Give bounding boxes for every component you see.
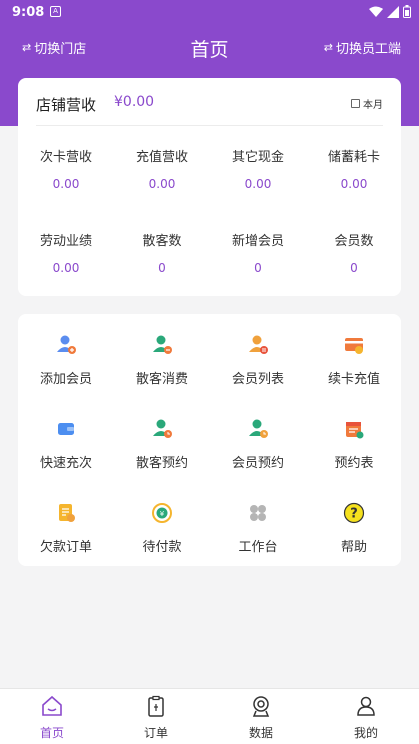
card-recharge-icon: [345, 338, 363, 354]
svg-text:¥: ¥: [160, 510, 165, 518]
walkin-consume-label: 散客消费: [135, 372, 188, 387]
tab-home-label: 首页: [39, 726, 64, 740]
help-button[interactable]: ? 帮助: [306, 502, 402, 555]
stat-value: 0.00: [52, 261, 80, 275]
member-booking-button[interactable]: 会员预约: [210, 418, 306, 471]
debt-order-button[interactable]: 欠款订单: [18, 502, 114, 555]
svg-text:?: ?: [350, 507, 358, 522]
store-revenue-card: 店铺营收 ¥0.00 本月 次卡营收 0.00 充值营收 0.00 其它现金 0…: [18, 78, 401, 296]
add-member-label: 添加会员: [39, 372, 92, 387]
debt-order-icon: [59, 504, 75, 522]
tab-orders[interactable]: 订单: [104, 689, 208, 744]
stat-value: 0: [254, 261, 262, 275]
home-icon: [42, 695, 62, 716]
stat-value: 0: [350, 261, 358, 275]
switch-staff-button[interactable]: ⇄ 切换员工端: [324, 38, 401, 57]
stat-item: 次卡营收 0.00: [18, 146, 114, 191]
pending-payment-label: 待付款: [142, 540, 182, 555]
stat-item: 散客数 0: [114, 230, 210, 275]
status-time: 9:08: [12, 5, 45, 20]
stat-value: 0.00: [340, 177, 368, 191]
walkin-booking-button[interactable]: 散客预约: [114, 418, 210, 471]
pending-payment-button[interactable]: ¥ 待付款: [114, 502, 210, 555]
calendar-icon: [351, 99, 360, 108]
member-list-button[interactable]: 会员列表: [210, 334, 306, 387]
member-list-icon: [249, 335, 268, 354]
stat-label: 充值营收: [135, 150, 188, 165]
stat-label: 其它现金: [231, 150, 284, 165]
tab-data-label: 数据: [248, 726, 273, 740]
pending-payment-icon: ¥: [152, 503, 172, 523]
stat-item: 会员数 0: [306, 230, 402, 275]
add-member-button[interactable]: 添加会员: [18, 334, 114, 387]
stat-value: 0.00: [52, 177, 80, 191]
stat-value: 0.00: [244, 177, 272, 191]
stat-label: 储蓄耗卡: [327, 150, 380, 165]
wifi-icon: [369, 6, 383, 17]
stat-label: 劳动业绩: [39, 234, 92, 249]
app-header: ⇄ 切换门店 首页 ⇄ 切换员工端: [0, 26, 419, 70]
quick-recharge-button[interactable]: 快速充次: [18, 418, 114, 471]
stat-label: 新增会员: [231, 234, 284, 249]
swap-icon: ⇄: [323, 41, 333, 54]
signal-icon: [387, 5, 399, 18]
workbench-button[interactable]: 工作台: [210, 502, 306, 555]
stat-item: 劳动业绩 0.00: [18, 230, 114, 275]
workbench-label: 工作台: [238, 540, 278, 555]
card-recharge-button[interactable]: 续卡充值: [306, 334, 402, 387]
tab-profile[interactable]: 我的: [314, 689, 418, 744]
tab-home[interactable]: 首页: [0, 689, 104, 744]
divider: [36, 125, 383, 126]
walkin-booking-label: 散客预约: [135, 456, 188, 471]
system-icons: [369, 5, 411, 18]
tab-orders-label: 订单: [143, 726, 168, 740]
period-label: 本月: [363, 100, 383, 111]
period-selector[interactable]: 本月: [351, 96, 383, 111]
add-member-icon: [57, 335, 76, 354]
stat-label: 会员数: [334, 234, 374, 249]
booking-calendar-icon: [346, 422, 364, 439]
help-label: 帮助: [340, 540, 367, 555]
order-icon: [148, 695, 164, 717]
stat-item: 充值营收 0.00: [114, 146, 210, 191]
stat-item: 储蓄耗卡 0.00: [306, 146, 402, 191]
battery-icon: [403, 5, 411, 18]
card-recharge-label: 续卡充值: [327, 372, 380, 387]
stat-item: 其它现金 0.00: [210, 146, 306, 191]
switch-staff-label: 切换员工端: [335, 42, 401, 57]
status-bar: 9:08 A: [0, 0, 419, 26]
stat-value: 0: [158, 261, 166, 275]
stat-label: 散客数: [142, 234, 182, 249]
walkin-consume-button[interactable]: 散客消费: [114, 334, 210, 387]
member-booking-label: 会员预约: [231, 456, 284, 471]
data-icon: [252, 696, 270, 717]
profile-icon: [357, 696, 375, 716]
member-booking-icon: [249, 419, 268, 438]
quick-recharge-label: 快速充次: [39, 456, 92, 471]
notification-icon: A: [50, 6, 61, 17]
workbench-icon: [250, 505, 266, 521]
help-icon: ?: [343, 502, 365, 524]
bottom-tab-bar: 首页 订单 数据 我的: [0, 688, 419, 744]
booking-calendar-button[interactable]: 预约表: [306, 418, 402, 471]
tab-profile-label: 我的: [353, 726, 378, 740]
stat-value: 0.00: [148, 177, 176, 191]
stat-label: 次卡营收: [39, 150, 92, 165]
tab-data[interactable]: 数据: [209, 689, 313, 744]
member-list-label: 会员列表: [231, 372, 284, 387]
walkin-consume-icon: [153, 335, 172, 354]
revenue-title: 店铺营收: [36, 96, 97, 114]
function-grid-card: 添加会员 散客消费 会员列表 续卡充值 快速充次 散客预约 会员预约 预约表 欠…: [18, 314, 401, 566]
booking-calendar-label: 预约表: [334, 456, 374, 471]
revenue-amount: ¥0.00: [114, 94, 155, 110]
stat-item: 新增会员 0: [210, 230, 306, 275]
walkin-booking-icon: [153, 419, 172, 438]
debt-order-label: 欠款订单: [39, 540, 92, 555]
quick-recharge-icon: [58, 423, 74, 435]
